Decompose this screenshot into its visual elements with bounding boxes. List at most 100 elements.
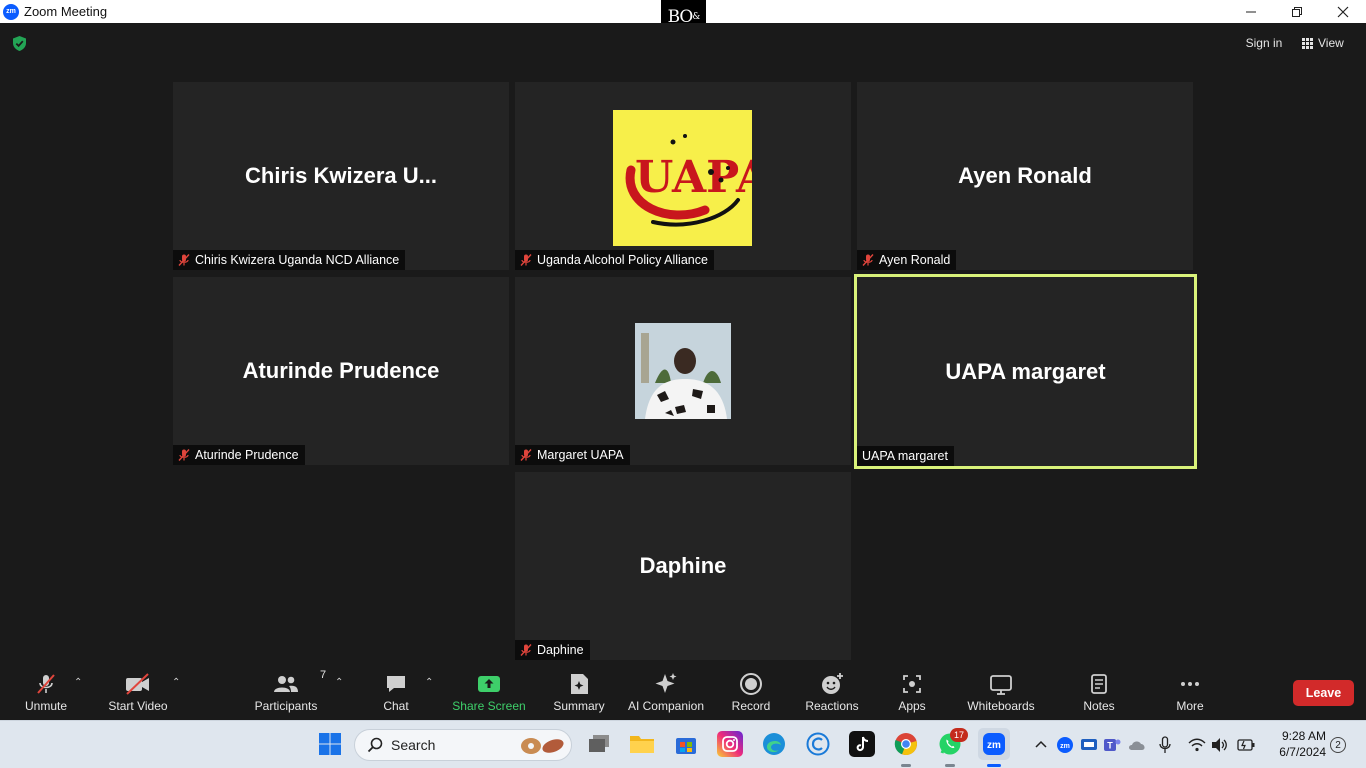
participants-count: 7 bbox=[320, 669, 327, 681]
file-explorer-button[interactable] bbox=[629, 731, 655, 757]
participant-avatar-photo bbox=[635, 323, 731, 419]
uapa-logo-text: UAPA bbox=[635, 152, 752, 203]
participant-name-label: Uganda Alcohol Policy Alliance bbox=[515, 250, 714, 270]
view-label: View bbox=[1318, 36, 1344, 50]
windows-start-button[interactable] bbox=[317, 731, 343, 757]
restore-button[interactable] bbox=[1274, 0, 1320, 23]
zoom-taskbar-icon: zm bbox=[983, 733, 1005, 755]
zoom-app-icon: zm bbox=[3, 3, 19, 20]
reactions-button[interactable]: Reactions bbox=[802, 671, 862, 717]
mic-off-icon bbox=[37, 674, 55, 694]
meeting-toolbar: Unmute ⌃ Start Video ⌃ 7 Participants ⌃ … bbox=[0, 663, 1366, 720]
battery-charging-icon[interactable] bbox=[1236, 738, 1256, 752]
copilot-c-app-button[interactable] bbox=[805, 731, 831, 757]
unmute-button[interactable]: Unmute bbox=[20, 671, 72, 717]
chat-tray-icon[interactable] bbox=[1080, 736, 1098, 754]
participant-tile-aturinde-prudence[interactable]: Aturinde Prudence Aturinde Prudence bbox=[173, 277, 509, 465]
meeting-topbar bbox=[0, 23, 1366, 63]
participant-name-label: Chiris Kwizera Uganda NCD Alliance bbox=[173, 250, 406, 270]
uapa-logo-graphic: UAPA bbox=[625, 134, 771, 227]
participant-tile-margaret-uapa[interactable]: Margaret UAPA bbox=[515, 277, 851, 465]
share-screen-icon bbox=[478, 676, 500, 692]
view-button[interactable]: View bbox=[1302, 33, 1358, 53]
volume-icon[interactable] bbox=[1211, 737, 1229, 753]
task-view-button[interactable] bbox=[586, 731, 612, 757]
shield-check-icon[interactable] bbox=[11, 35, 28, 52]
participant-name-label: UAPA margaret bbox=[857, 446, 954, 466]
chat-label: Chat bbox=[383, 699, 409, 713]
ai-companion-label: AI Companion bbox=[627, 699, 705, 713]
minimize-button[interactable] bbox=[1228, 0, 1274, 23]
folder-icon bbox=[630, 736, 654, 753]
mic-muted-icon bbox=[520, 449, 532, 461]
apps-icon bbox=[903, 675, 921, 693]
whiteboards-label: Whiteboards bbox=[967, 699, 1035, 713]
notification-center-badge[interactable]: 2 bbox=[1330, 737, 1346, 753]
video-options-caret-icon[interactable]: ⌃ bbox=[172, 677, 180, 688]
search-highlight-food-icon bbox=[521, 738, 564, 754]
close-button[interactable] bbox=[1320, 0, 1366, 23]
microsoft-store-button[interactable] bbox=[673, 731, 699, 757]
zoom-tray-icon[interactable]: zm bbox=[1056, 736, 1074, 754]
windows-taskbar: Search 17 zm zm T 9:28 AM 6/7/2024 2 bbox=[0, 720, 1366, 768]
start-video-button[interactable]: Start Video bbox=[106, 671, 170, 717]
record-button[interactable]: Record bbox=[728, 671, 774, 717]
apps-label: Apps bbox=[898, 699, 926, 713]
participant-tile-daphine[interactable]: Daphine Daphine bbox=[515, 472, 851, 660]
participants-options-caret-icon[interactable]: ⌃ bbox=[335, 677, 343, 688]
participant-label-text: Ayen Ronald bbox=[879, 253, 951, 267]
whatsapp-running-indicator bbox=[945, 764, 955, 767]
participant-display-name: Chiris Kwizera U... bbox=[245, 163, 437, 188]
more-button[interactable]: More bbox=[1172, 671, 1208, 717]
instagram-button[interactable] bbox=[717, 731, 743, 757]
onedrive-cloud-icon[interactable] bbox=[1127, 737, 1147, 753]
clock-time: 9:28 AM bbox=[1281, 729, 1326, 743]
zoom-taskbar-button[interactable]: zm bbox=[978, 728, 1010, 760]
participant-label-text: UAPA margaret bbox=[862, 449, 948, 463]
zoom-taskbar-icon-text: zm bbox=[987, 740, 1001, 751]
search-placeholder: Search bbox=[391, 737, 436, 753]
microsoft-teams-tray-icon[interactable]: T bbox=[1103, 736, 1121, 754]
tiktok-button[interactable] bbox=[849, 731, 875, 757]
search-icon bbox=[367, 737, 383, 753]
notes-button[interactable]: Notes bbox=[1080, 671, 1118, 717]
window-title: Zoom Meeting bbox=[24, 4, 108, 19]
chat-icon bbox=[387, 676, 405, 692]
sign-in-button[interactable]: Sign in bbox=[1238, 33, 1290, 53]
grid-view-icon bbox=[1302, 37, 1313, 49]
summary-button[interactable]: Summary bbox=[550, 671, 608, 717]
participants-button[interactable]: 7 Participants bbox=[253, 669, 326, 717]
whatsapp-unread-badge: 17 bbox=[950, 728, 968, 742]
show-hidden-icons-chevron-up-icon[interactable] bbox=[1034, 738, 1048, 750]
participant-tile-uganda-alcohol-policy-alliance[interactable]: UAPA Uganda Alcohol Policy Alliance bbox=[515, 82, 851, 270]
participant-tile-uapa-margaret-active-speaker[interactable]: UAPA margaret UAPA margaret bbox=[854, 274, 1197, 469]
taskbar-search-box[interactable]: Search bbox=[354, 729, 572, 761]
apps-button[interactable]: Apps bbox=[894, 671, 930, 717]
mic-muted-icon bbox=[178, 254, 190, 266]
chat-button[interactable]: Chat bbox=[378, 671, 414, 717]
share-screen-button[interactable]: Share Screen bbox=[452, 671, 526, 717]
task-view-icon bbox=[589, 735, 609, 752]
microsoft-edge-button[interactable] bbox=[761, 731, 787, 757]
taskbar-clock[interactable]: 9:28 AM 6/7/2024 bbox=[1262, 728, 1326, 760]
zoom-active-indicator bbox=[987, 764, 1001, 767]
minimize-icon bbox=[1246, 11, 1256, 12]
participant-tile-chiris[interactable]: Chiris Kwizera U... Chiris Kwizera Ugand… bbox=[173, 82, 509, 270]
mic-muted-icon bbox=[520, 644, 532, 656]
participant-name-label: Aturinde Prudence bbox=[173, 445, 305, 465]
ai-companion-button[interactable]: AI Companion bbox=[624, 671, 708, 717]
wifi-icon[interactable] bbox=[1188, 737, 1206, 753]
microphone-in-use-icon[interactable] bbox=[1158, 736, 1172, 754]
mic-muted-icon bbox=[862, 254, 874, 266]
close-icon bbox=[1337, 6, 1349, 17]
chat-options-caret-icon[interactable]: ⌃ bbox=[425, 677, 433, 688]
audio-options-caret-icon[interactable]: ⌃ bbox=[74, 677, 82, 688]
leave-button[interactable]: Leave bbox=[1293, 680, 1354, 706]
participant-tile-ayen-ronald[interactable]: Ayen Ronald Ayen Ronald bbox=[857, 82, 1193, 270]
participants-label: Participants bbox=[254, 699, 318, 713]
summary-icon bbox=[571, 674, 588, 694]
google-chrome-button[interactable] bbox=[893, 731, 919, 757]
whiteboards-button[interactable]: Whiteboards bbox=[964, 671, 1038, 717]
summary-label: Summary bbox=[553, 699, 605, 713]
notes-label: Notes bbox=[1083, 699, 1115, 713]
